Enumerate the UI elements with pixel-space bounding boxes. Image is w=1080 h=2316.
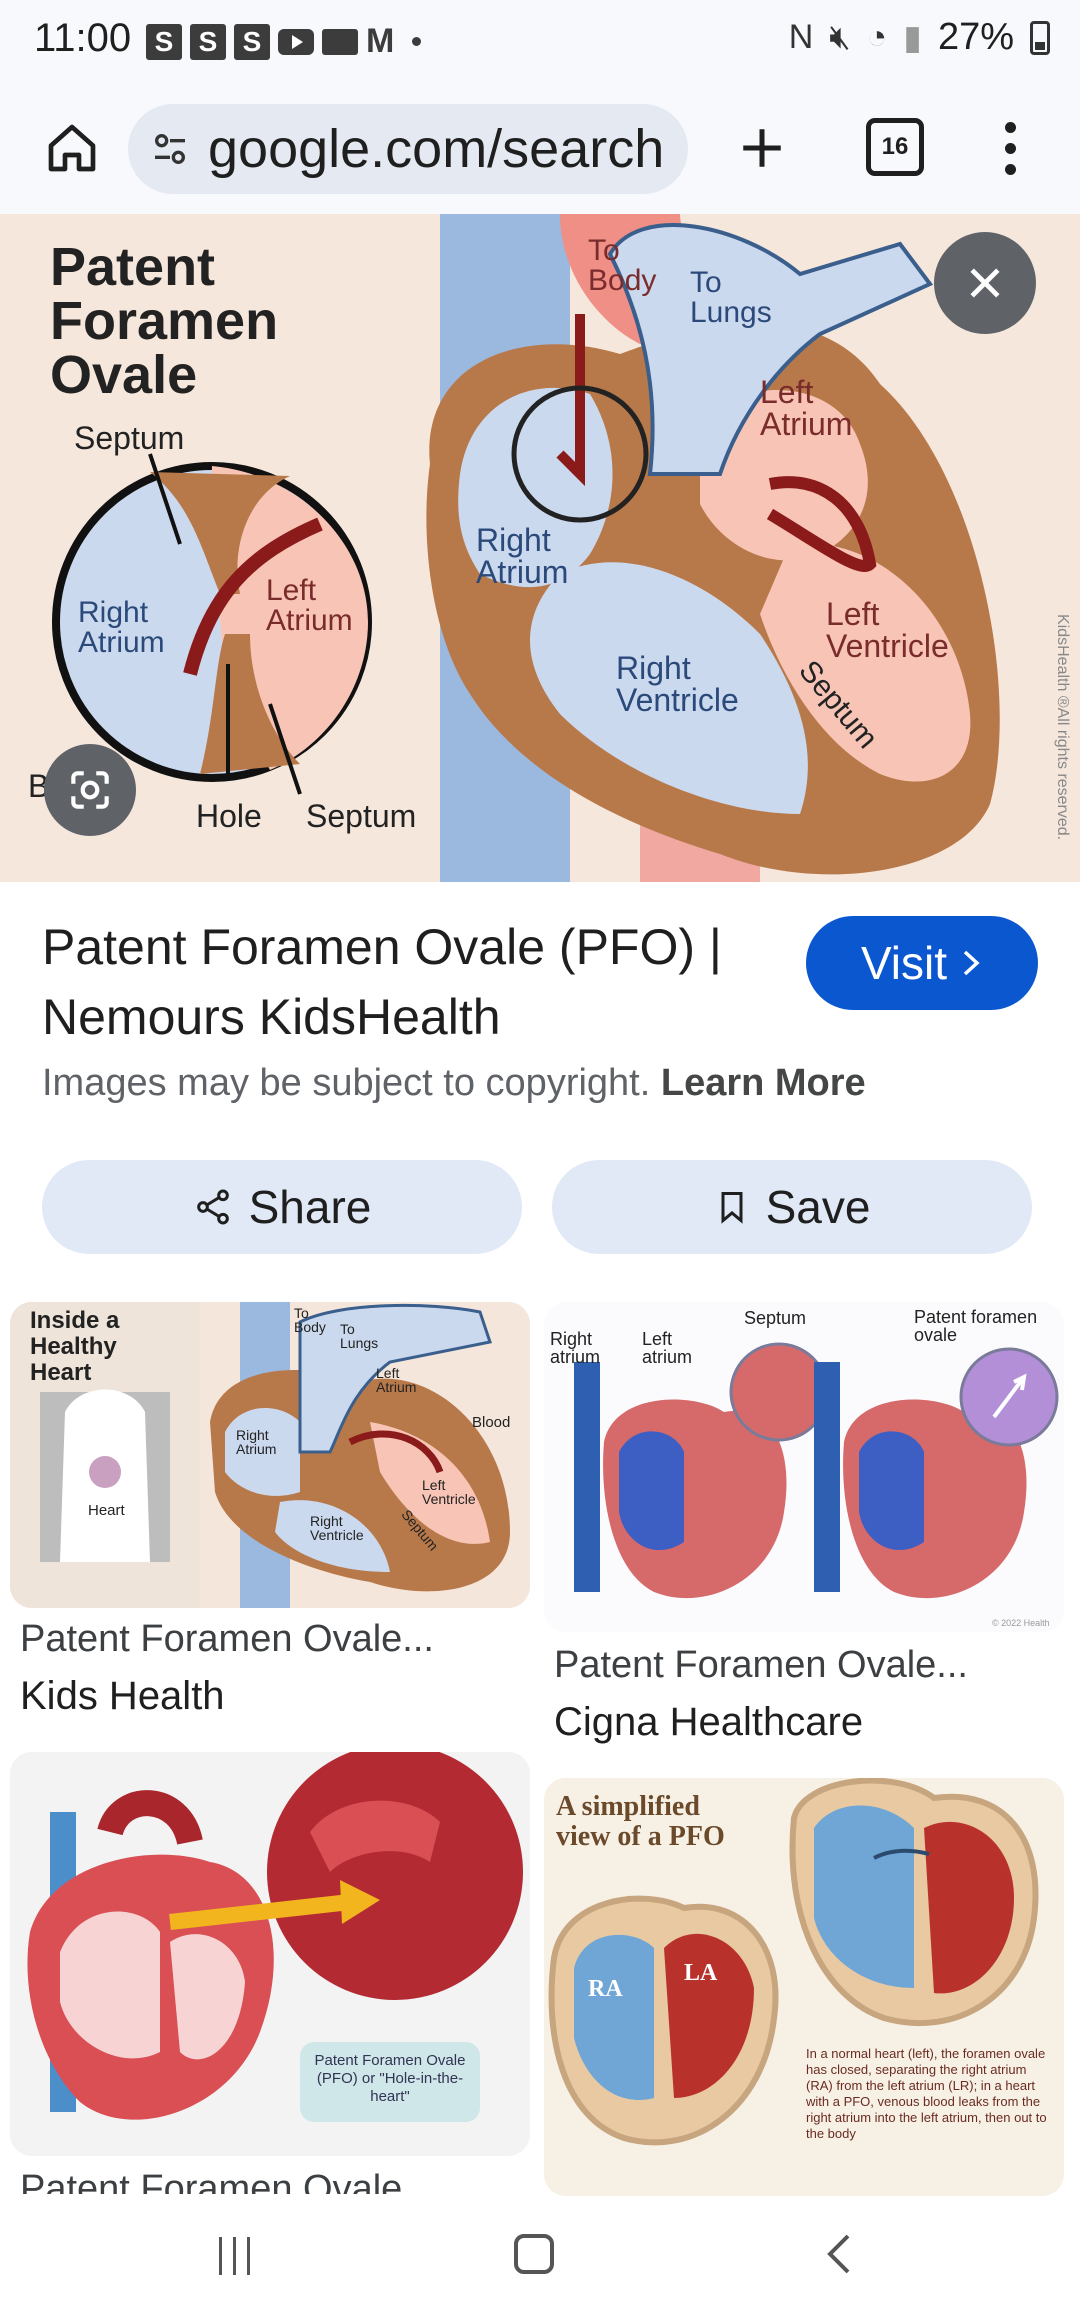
copyright-notice: Images may be subject to copyright. Lear… [42, 1062, 866, 1105]
lens-icon [71, 771, 109, 809]
youtube-icon [278, 28, 314, 55]
bookmark-icon [721, 1192, 743, 1224]
hero-title-line: Patent [50, 237, 216, 297]
label-hole: Hole [196, 798, 262, 834]
thumb-label: In a normal heart (left), the foramen ov… [806, 2046, 1047, 2141]
home-nav-button[interactable] [514, 2234, 554, 2274]
dot-icon [412, 37, 422, 46]
thumb-label: To Lungs [340, 1321, 379, 1351]
related-image-3[interactable]: Patent Foramen Ovale (PFO) or "Hole-in-t… [10, 1752, 530, 2156]
new-tab-button[interactable] [726, 112, 798, 184]
url-text: google.com/search [208, 119, 665, 179]
chevron-right-icon [963, 950, 980, 976]
home-icon [48, 124, 96, 172]
google-lens-button[interactable] [44, 744, 136, 836]
url-bar[interactable]: google.com/search [128, 104, 688, 194]
notification-s-icon: S [190, 23, 226, 60]
thumb-label: Right Atrium [236, 1427, 277, 1457]
nfc-icon: N [788, 18, 814, 56]
label-left-ventricle: Left Ventricle [826, 596, 949, 664]
home-button[interactable] [36, 112, 108, 184]
hero-title-line: Foramen [50, 291, 279, 351]
related-title-3[interactable]: Patent Foramen Ovale [20, 2168, 402, 2194]
thumb-label: To Body [294, 1305, 326, 1335]
label-right-atrium-inset: Right Atrium [78, 596, 165, 659]
dot [1004, 142, 1016, 154]
share-button[interactable]: Share [42, 1160, 522, 1254]
mute-icon: 🔇︎ [829, 18, 851, 56]
visit-button[interactable]: Visit [806, 916, 1038, 1010]
recents-button[interactable] [212, 2234, 256, 2278]
label-to-body: To Body [588, 234, 657, 297]
thumb-label: RA [588, 1976, 623, 2002]
share-icon [196, 1189, 229, 1225]
tab-switcher-button[interactable]: 16 [866, 118, 924, 176]
status-bar: 11:00 S S S M N 🔇︎ ◔ ▮ 27% [0, 0, 1080, 82]
mail-icon [322, 28, 358, 55]
thumb-label: Left atrium [642, 1329, 693, 1367]
label-left-atrium-inset: Left Atrium [266, 574, 353, 637]
result-title[interactable]: Patent Foramen Ovale (PFO) | Nemours Kid… [42, 912, 772, 1052]
thumb-label: Patent foramen ovale [914, 1307, 1038, 1345]
thumb-label: Left Atrium [376, 1365, 417, 1395]
notification-s-icon: S [234, 23, 270, 60]
thumb-label: © 2022 Health [992, 1618, 1050, 1628]
related-title-2[interactable]: Patent Foramen Ovale... [554, 1644, 968, 1687]
recents-icon [218, 2237, 250, 2275]
thumb-label: LA [684, 1960, 718, 1986]
copyright-text: Images may be subject to copyright. [42, 1062, 651, 1104]
back-icon [827, 2234, 850, 2274]
thumb-label: A simplified view of a PFO [556, 1791, 725, 1852]
system-nav-bar [0, 2196, 1080, 2316]
share-label: Share [248, 1181, 372, 1233]
notification-s-icon: S [146, 23, 182, 60]
thumb-label: Heart [88, 1502, 125, 1519]
back-button[interactable] [820, 2230, 860, 2278]
label-right-ventricle: Right Ventricle [616, 650, 739, 718]
related-source-1: Kids Health [20, 1674, 225, 1718]
save-button[interactable]: Save [552, 1160, 1032, 1254]
save-label: Save [765, 1181, 871, 1233]
thumb-label: Right atrium [550, 1329, 601, 1367]
notification-icons: S S S M [146, 22, 422, 61]
credit-text: KidsHealth ®All rights reserved. [1054, 614, 1071, 840]
preview-image[interactable]: KidsHealth ®All rights reserved. Patent … [0, 214, 1080, 882]
related-title-1[interactable]: Patent Foramen Ovale... [20, 1618, 434, 1661]
close-icon [970, 268, 1000, 298]
thumb-label: Septum [744, 1308, 807, 1328]
thumb-label: Left Ventricle [422, 1477, 476, 1507]
thumb-label: Patent Foramen Ovale (PFO) or "Hole-in-t… [314, 2052, 466, 2105]
close-button[interactable] [934, 232, 1036, 334]
plus-icon [743, 129, 781, 167]
label-left-atrium: Left Atrium [760, 374, 853, 442]
browser-toolbar: google.com/search 16 [0, 82, 1080, 214]
visit-label: Visit [860, 937, 948, 989]
related-image-1[interactable]: Inside a Healthy Heart Heart To Body To … [10, 1302, 530, 1608]
heart-thumbnail [544, 1302, 1064, 1632]
label-to-lungs: To Lungs [690, 266, 772, 329]
related-image-2[interactable]: Right atrium Left atrium Septum Patent f… [544, 1302, 1064, 1632]
hero-title-line: Ovale [50, 345, 198, 405]
learn-more-link[interactable]: Learn More [661, 1062, 866, 1104]
gmail-icon: M [366, 22, 395, 60]
dot [1004, 121, 1016, 133]
thumb-label: Blood [472, 1414, 511, 1431]
status-time: 11:00 [34, 16, 132, 60]
site-settings-icon[interactable] [146, 129, 194, 169]
more-menu-button[interactable] [990, 112, 1030, 184]
related-image-4[interactable]: A simplified view of a PFO RA LA In a no… [544, 1778, 1064, 2196]
signal-icon: ▮ [903, 18, 922, 57]
dot [1004, 163, 1016, 175]
thumb-label: Right Ventricle [310, 1513, 364, 1543]
battery-percent: 27% [937, 16, 1014, 58]
label-right-atrium: Right Atrium [476, 522, 569, 590]
label-septum: Septum [74, 420, 185, 456]
label-septum-bottom: Septum [306, 798, 417, 834]
thumb-label: Inside a Healthy Heart [30, 1307, 120, 1386]
wifi-icon: ◔ [866, 18, 888, 56]
battery-icon [1030, 20, 1050, 55]
related-source-2: Cigna Healthcare [554, 1700, 864, 1744]
status-right: N 🔇︎ ◔ ▮ 27% [789, 16, 1050, 59]
